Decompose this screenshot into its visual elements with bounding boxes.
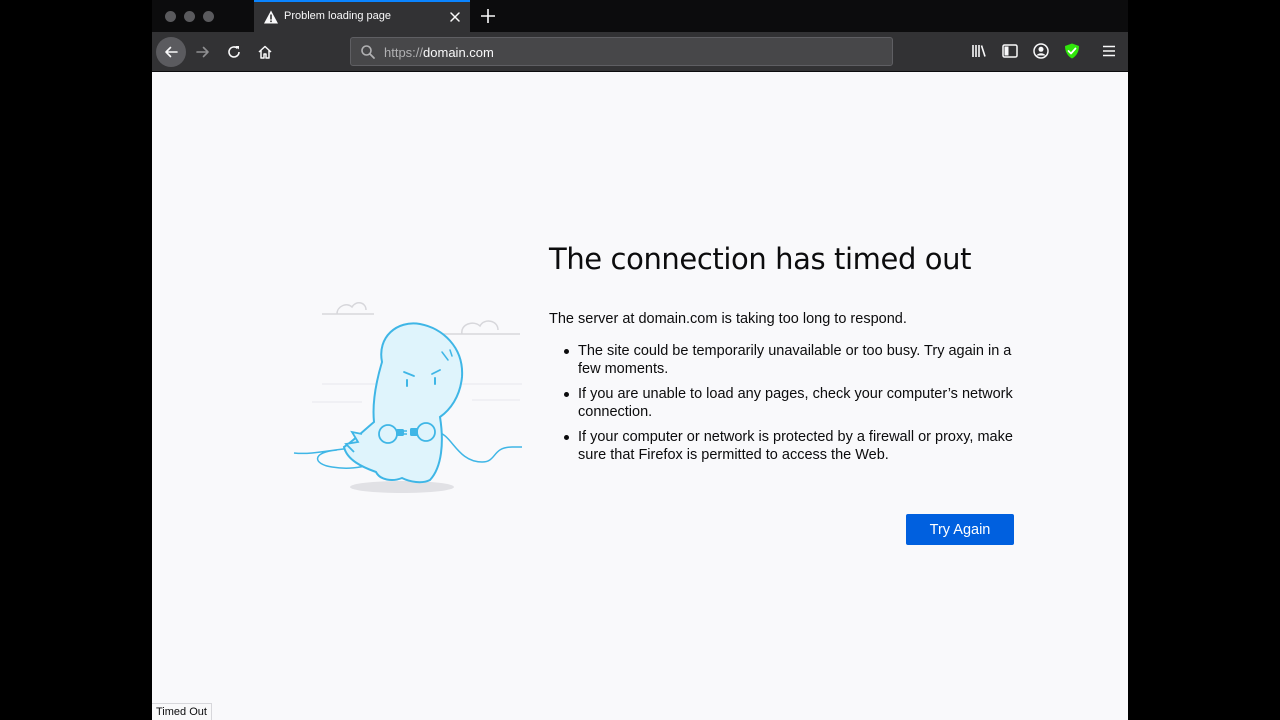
status-panel: Timed Out xyxy=(152,703,212,720)
error-illustration xyxy=(293,302,522,493)
browser-window: Problem loading page https://domain.com … xyxy=(152,0,1128,720)
close-window-button[interactable] xyxy=(165,11,176,22)
error-page: The connection has timed out The server … xyxy=(152,72,1128,720)
sidebar-icon[interactable] xyxy=(1001,42,1019,60)
home-icon xyxy=(258,45,272,59)
back-button[interactable] xyxy=(156,37,186,67)
error-description: The server at domain.com is taking too l… xyxy=(549,311,907,327)
new-tab-icon[interactable] xyxy=(479,7,497,25)
list-item: The site could be temporarily unavailabl… xyxy=(564,342,1019,378)
home-button[interactable] xyxy=(250,37,280,67)
forward-button[interactable] xyxy=(188,37,218,67)
url-text: https://domain.com xyxy=(384,45,494,60)
shield-icon[interactable] xyxy=(1063,42,1081,60)
zoom-window-button[interactable] xyxy=(203,11,214,22)
url-host: domain.com xyxy=(423,45,494,60)
reload-icon xyxy=(228,46,240,58)
menu-icon[interactable] xyxy=(1100,42,1118,60)
minimize-window-button[interactable] xyxy=(184,11,195,22)
account-icon[interactable] xyxy=(1032,42,1050,60)
tab-title: Problem loading page xyxy=(284,10,392,22)
tab-active[interactable]: Problem loading page xyxy=(254,0,470,32)
list-item: If your computer or network is protected… xyxy=(564,428,1019,464)
url-bar[interactable]: https://domain.com xyxy=(350,37,893,66)
reload-button[interactable] xyxy=(219,37,249,67)
list-item: If you are unable to load any pages, che… xyxy=(564,385,1019,421)
search-icon xyxy=(361,45,375,59)
warning-icon xyxy=(264,10,278,24)
arrow-left-icon xyxy=(165,46,178,58)
try-again-button[interactable]: Try Again xyxy=(906,514,1014,545)
tab-strip: Problem loading page xyxy=(152,0,1128,32)
close-tab-icon[interactable] xyxy=(448,10,462,24)
url-scheme: https:// xyxy=(384,45,424,60)
library-icon[interactable] xyxy=(970,42,988,60)
arrow-right-icon xyxy=(196,46,209,58)
error-title: The connection has timed out xyxy=(549,242,972,276)
error-suggestions: The site could be temporarily unavailabl… xyxy=(549,342,1019,471)
nav-toolbar: https://domain.com xyxy=(152,32,1128,72)
